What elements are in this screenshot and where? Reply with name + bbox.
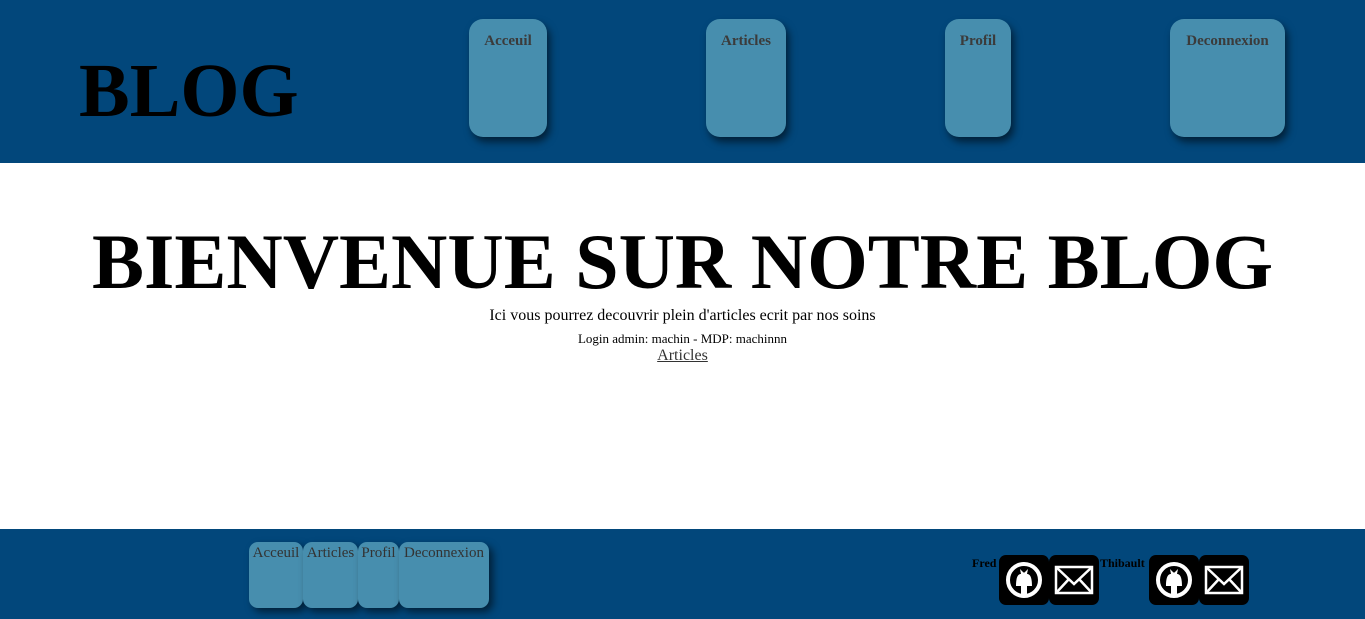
footer-nav-articles[interactable]: Articles [303,542,358,608]
login-info: Login admin: machin - MDP: machinnn [577,331,788,346]
articles-link[interactable]: Articles [657,347,708,364]
author-name-fred: Fred [972,556,997,570]
footer-bar: Acceuil Articles Profil Deconnexion Fred… [0,529,1365,619]
page-title: BIENVENUE SUR NOTRE BLOG [91,218,1274,305]
nav-profil-button[interactable]: Profil [945,19,1011,137]
nav-acceuil-button[interactable]: Acceuil [469,19,547,137]
site-logo: BLOG [79,49,299,133]
hero-subtitle: Ici vous pourrez decouvrir plein d'artic… [489,307,876,324]
nav-deconnexion-button[interactable]: Deconnexion [1170,19,1285,137]
articles-link-wrapper: Articles [0,347,1365,365]
author-name-thibault: Thibault [1100,556,1145,570]
github-icon[interactable] [1149,555,1199,605]
nav-articles-button[interactable]: Articles [706,19,786,137]
mail-icon[interactable] [1049,555,1099,605]
footer-nav-profil[interactable]: Profil [358,542,399,608]
header-bar: BLOG Acceuil Articles Profil Deconnexion [0,0,1365,163]
mail-icon[interactable] [1199,555,1249,605]
footer-nav-acceuil[interactable]: Acceuil [249,542,303,608]
github-icon[interactable] [999,555,1049,605]
footer-nav-deconnexion[interactable]: Deconnexion [399,542,489,608]
